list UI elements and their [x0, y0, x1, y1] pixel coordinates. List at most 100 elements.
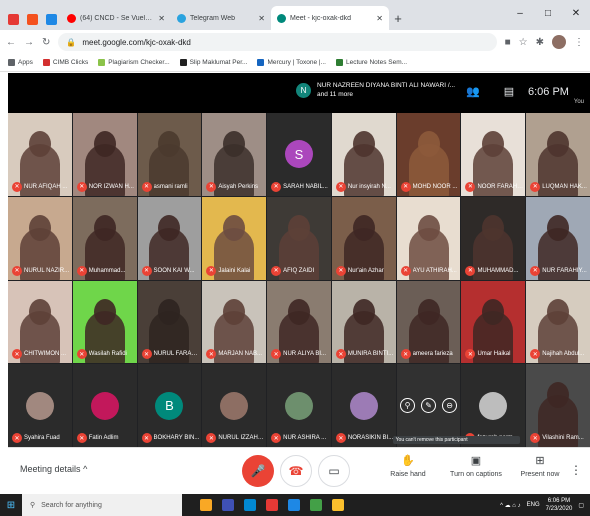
participant-tile[interactable]: ✕ Aisyah Perkins	[202, 113, 267, 196]
bookmark-label: Plagiarism Checker...	[108, 59, 170, 66]
participant-tile[interactable]: ✕ NUR ALIYA BI...	[267, 280, 331, 364]
browser-tab-bar: (64) CNCD - Se Vuelve Loco (Lir...✕Teleg…	[0, 0, 590, 30]
present-now-button[interactable]: ⊞ Present now	[510, 454, 570, 478]
participant-tile[interactable]: ✕ MOHD NOOR ...	[396, 113, 461, 196]
meeting-details-button[interactable]: Meeting details ^	[20, 464, 87, 474]
participant-tile[interactable]: ✕ Wasilah Rafidi	[72, 280, 137, 364]
url-field[interactable]: 🔒 meet.google.com/kjc-oxak-dkd	[58, 33, 497, 51]
participant-tile[interactable]: ✕ NOOR FARAH ...	[461, 113, 526, 196]
word-icon[interactable]	[288, 499, 300, 511]
participant-tile[interactable]: ✕ asmani ramli	[137, 113, 202, 196]
mute-icon[interactable]: ✎	[421, 398, 437, 414]
participant-tile[interactable]: ✕fazurah norm...	[461, 364, 526, 447]
participant-tile[interactable]: ✕ NUR FARAHIY...	[526, 196, 590, 280]
participant-tile[interactable]: ✕ NORASIKIN BI...	[331, 364, 396, 447]
participant-tile[interactable]: ✕ Umar Haikal	[461, 280, 526, 364]
participant-tile[interactable]: ✕ Fatin Adlim	[72, 364, 137, 447]
menu-icon[interactable]: ⋮	[574, 37, 584, 48]
meet-header: N NUR NAZREEN DIYANA BINTI ALI NAWARI /.…	[8, 73, 590, 113]
participant-tile[interactable]: ✕ AFIQ ZAIDI	[267, 196, 331, 280]
bookmark-item[interactable]: CIMB Clicks	[42, 59, 88, 66]
you-label: You	[573, 99, 584, 105]
close-tab-icon[interactable]: ✕	[370, 14, 383, 23]
close-tab-icon[interactable]: ✕	[252, 14, 265, 23]
participant-tile[interactable]: ✕ SOON KAI W...	[137, 196, 202, 280]
bookmark-item[interactable]: Slip Maklumat Per...	[179, 59, 247, 66]
chrome-icon[interactable]	[332, 499, 344, 511]
excel-icon[interactable]	[310, 499, 322, 511]
store-icon[interactable]	[244, 499, 256, 511]
participant-tile[interactable]: ✕ NURUL FARAH...	[137, 280, 202, 364]
browser-tab[interactable]: Meet - kjc-oxak-dkd ✕	[271, 6, 389, 30]
participant-tile[interactable]: ✕ Vilashini Ram...	[526, 364, 590, 447]
bookmark-item[interactable]: Mercury | Toxone |...	[257, 59, 326, 66]
more-options-icon[interactable]: ⋮	[570, 463, 582, 477]
pinned-tab-3[interactable]	[42, 8, 60, 30]
pinned-tab-1[interactable]	[4, 8, 22, 30]
participant-tile[interactable]: ✕ NURUL IZZAH ...	[202, 364, 267, 447]
participant-tile[interactable]: ✕ MARJAN NAB...	[202, 280, 267, 364]
participant-tile[interactable]: ✕ Syahira Fuad	[8, 364, 72, 447]
notification-icon[interactable]: ▢	[578, 502, 584, 509]
pinned-tab-2[interactable]	[23, 8, 41, 30]
participant-tile[interactable]: ✕ NUR AFIQAH ...	[8, 113, 72, 196]
app-icon[interactable]	[266, 499, 278, 511]
maximize-button[interactable]: □	[534, 0, 562, 26]
participant-tile[interactable]: S ✕ SARAH NABIL...	[267, 113, 331, 196]
tab-favicon-icon	[177, 13, 186, 23]
participant-tile[interactable]: ✕ MUHAMMAD...	[461, 196, 526, 280]
participant-tile[interactable]: ✕ Nur insyirah N...	[331, 113, 396, 196]
camera-toggle-button[interactable]: ▭	[318, 455, 350, 487]
mic-muted-icon: ✕	[400, 265, 411, 276]
browser-tab[interactable]: Telegram Web ✕	[171, 6, 271, 30]
bookmark-item[interactable]: Lecture Notes Sem...	[335, 59, 407, 66]
extension-icon[interactable]: ✱	[536, 37, 544, 48]
participant-tile[interactable]: ✕ NUR ASHIRA ...	[267, 364, 331, 447]
bookmark-item[interactable]: Plagiarism Checker...	[98, 59, 170, 66]
new-tab-button[interactable]: +	[389, 6, 407, 30]
mic-toggle-button[interactable]: 🎤	[242, 455, 274, 487]
star-icon[interactable]: ☆	[519, 37, 528, 48]
reload-icon[interactable]: ↻	[42, 37, 50, 48]
leave-call-button[interactable]: ☎	[280, 455, 312, 487]
close-window-button[interactable]: ✕	[562, 0, 590, 26]
edge-icon[interactable]	[222, 499, 234, 511]
language-indicator[interactable]: ENG	[527, 502, 540, 508]
windows-start-icon[interactable]: ⊞	[0, 494, 22, 516]
profile-avatar[interactable]	[552, 35, 566, 49]
chat-icon[interactable]: ▤	[504, 85, 514, 98]
participant-tile[interactable]: ✕ NOR IZWAN H...	[72, 113, 137, 196]
pin-icon[interactable]: ⚲	[400, 398, 416, 414]
participant-tile[interactable]: ✕ Muhammad...	[72, 196, 137, 280]
back-icon[interactable]: ←	[6, 37, 16, 48]
tray-icons[interactable]: ^ ☁ ⌂ ♪	[500, 502, 520, 509]
taskbar-search[interactable]: ⚲ Search for anything	[22, 494, 182, 516]
participant-tile[interactable]: ✕ ameera farieza	[396, 280, 461, 364]
participant-name: BOKHARY BIN...	[153, 435, 200, 441]
participant-tile[interactable]: ✕ NURUL NAZIR...	[8, 196, 72, 280]
minimize-button[interactable]: –	[506, 0, 534, 26]
participant-tile[interactable]: ✕ MUNIRA BINTI...	[331, 280, 396, 364]
remove-icon[interactable]: ⊖	[442, 398, 458, 414]
browser-tab[interactable]: (64) CNCD - Se Vuelve Loco (Lir...✕	[61, 6, 171, 30]
participant-head	[482, 298, 505, 325]
close-tab-icon[interactable]: ✕	[152, 14, 165, 23]
taskbar-clock[interactable]: 6:06 PM 7/23/2020	[546, 497, 573, 513]
file-explorer-icon[interactable]	[200, 499, 212, 511]
participant-tile[interactable]: ✕ Jalaini Kalai	[202, 196, 267, 280]
participant-tile[interactable]: ⚲ ✎ ⊖ You can't remove this participant	[392, 364, 521, 447]
participant-tile[interactable]: ✕ Najihah Abdul...	[526, 280, 590, 364]
raise-hand-button[interactable]: ✋ Raise hand	[378, 454, 438, 478]
participant-tile[interactable]: ✕ CHITWIMON ...	[8, 280, 72, 364]
camera-icon[interactable]: ■	[505, 37, 511, 48]
participant-tile[interactable]: ✕ AYU ATHIRAH...	[396, 196, 461, 280]
people-icon[interactable]: 👥	[466, 85, 480, 98]
bookmark-item[interactable]: Apps	[8, 59, 33, 66]
participant-tile[interactable]: ✕ Nur'ain Azhar	[331, 196, 396, 280]
captions-button[interactable]: ▣ Turn on captions	[446, 454, 506, 478]
participant-tile[interactable]: ✕ LUQMAN HAK...	[526, 113, 590, 196]
participant-tile[interactable]: B ✕ BOKHARY BIN...	[137, 364, 202, 447]
participant-avatar	[284, 391, 313, 420]
participant-name: CHITWIMON ...	[24, 351, 66, 358]
forward-icon[interactable]: →	[24, 37, 34, 48]
